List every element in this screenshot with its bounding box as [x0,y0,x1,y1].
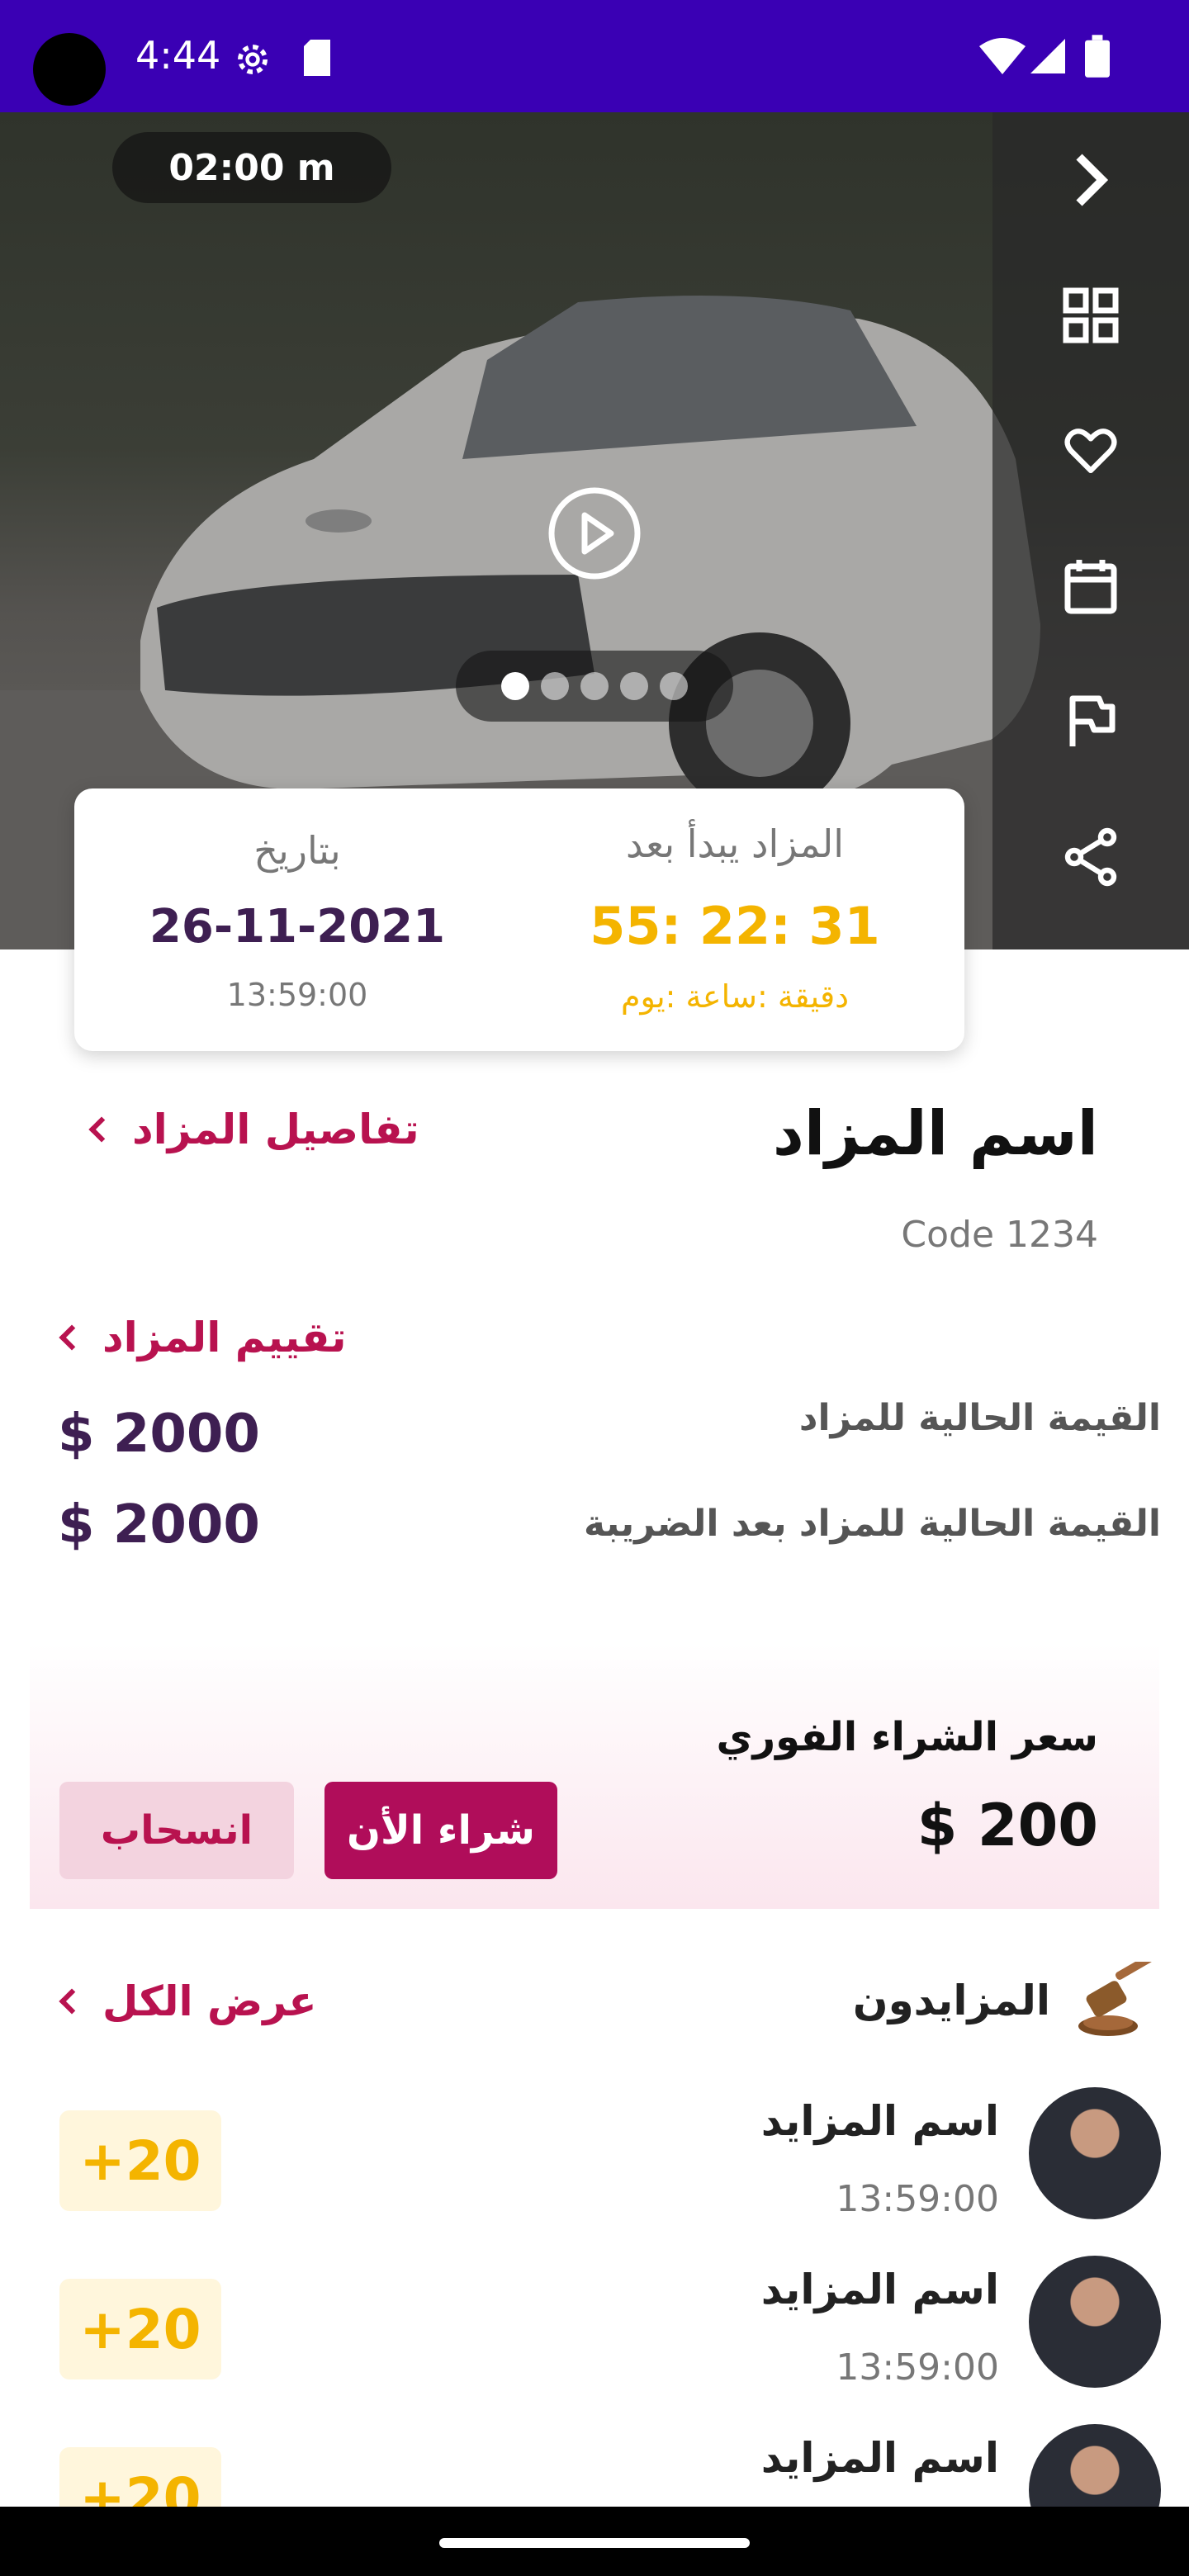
avatar [1029,2424,1161,2507]
carousel-dot[interactable] [580,672,609,700]
auction-details-link[interactable]: تفاصيل المزاد [86,1096,433,1163]
date-label: بتاريخ [253,828,341,873]
report-button[interactable] [992,672,1189,771]
heart-icon [1064,429,1117,474]
wifi-icon [979,38,1026,74]
chevron-right-icon [1076,154,1109,206]
grid-icon [1063,287,1119,343]
carousel-indicator [456,651,733,722]
view-all-label: عرض الكل [102,1977,317,2025]
favorite-button[interactable] [992,401,1189,500]
buy-now-price: $ 200 [917,1792,1098,1859]
bid-time: 13:59:00 [836,2346,999,2389]
withdraw-button[interactable]: انسحاب [59,1782,294,1879]
calendar-button[interactable] [992,537,1189,636]
chevron-left-icon [59,1988,85,2015]
buy-now-label: سعر الشراء الفوري [716,1714,1099,1760]
auction-rating-label: تقييم المزاد [102,1314,347,1361]
chevron-left-icon [88,1116,115,1143]
after-tax-label: القيمة الحالية للمزاد بعد الضريبة [584,1503,1161,1545]
settings-gear-icon [238,45,268,74]
signal-icon [1030,39,1065,73]
auction-code: Code 1234 [901,1214,1098,1256]
list-item[interactable]: اسم المزايد 13:59:00 +20 [0,2249,1189,2406]
share-icon [1064,827,1117,887]
auction-date: 26-11-2021 [149,900,446,954]
list-item[interactable]: اسم المزايد 13:59:00 +20 [0,2081,1189,2237]
carousel-dot-active[interactable] [501,672,529,700]
carousel-dot[interactable] [660,672,688,700]
buy-now-button[interactable]: شراء الأن [324,1782,557,1879]
countdown-units: دقيقة :ساعة :يوم [620,978,850,1015]
status-bar: 4:44 [0,0,1189,112]
current-value-label: القيمة الحالية للمزاد [798,1397,1161,1439]
starts-in-label: المزاد يبدأ بعد [625,822,845,866]
carousel-dot[interactable] [541,672,569,700]
bid-time: 13:59:00 [836,2178,999,2220]
flag-icon [1069,695,1116,746]
carousel-dot[interactable] [620,672,648,700]
play-icon[interactable] [545,484,644,583]
auction-time: 13:59:00 [226,977,368,1013]
avatar [1029,2256,1161,2388]
gallery-button[interactable] [992,266,1189,365]
auction-rating-link[interactable]: تقييم المزاد [56,1305,403,1371]
bidders-title: المزايدون [852,1977,1050,2024]
bidder-name: اسم المزايد [760,2097,999,2145]
back-button[interactable] [992,130,1189,230]
bid-amount-badge: +20 [59,2279,221,2379]
gavel-icon [1078,1962,1153,2036]
view-all-bidders-link[interactable]: عرض الكل [56,1968,337,2034]
auction-title: اسم المزاد [772,1098,1098,1169]
chevron-left-icon [59,1324,85,1351]
camera-cutout [33,33,106,106]
bid-amount-badge: +20 [59,2447,221,2507]
after-tax-value: $ 2000 [58,1494,260,1556]
status-time: 4:44 [135,33,221,78]
countdown-timer: 55: 22: 31 [590,896,880,956]
list-item[interactable]: اسم المزايد +20 [0,2417,1189,2507]
countdown-card: المزاد يبدأ بعد 55: 22: 31 دقيقة :ساعة :… [74,788,964,1051]
calendar-icon [1064,560,1117,614]
video-duration-pill: 02:00 m [112,132,391,203]
side-action-bar [992,112,1189,949]
bidder-name: اسم المزايد [760,2266,999,2313]
auction-details-label: تفاصيل المزاد [132,1106,419,1153]
share-button[interactable] [992,807,1189,907]
sd-card-icon [304,40,330,76]
home-gesture-handle[interactable] [439,2538,750,2548]
current-value: $ 2000 [58,1404,260,1465]
avatar [1029,2087,1161,2219]
bid-amount-badge: +20 [59,2110,221,2211]
battery-icon [1085,35,1110,78]
bidder-name: اسم المزايد [760,2434,999,2482]
